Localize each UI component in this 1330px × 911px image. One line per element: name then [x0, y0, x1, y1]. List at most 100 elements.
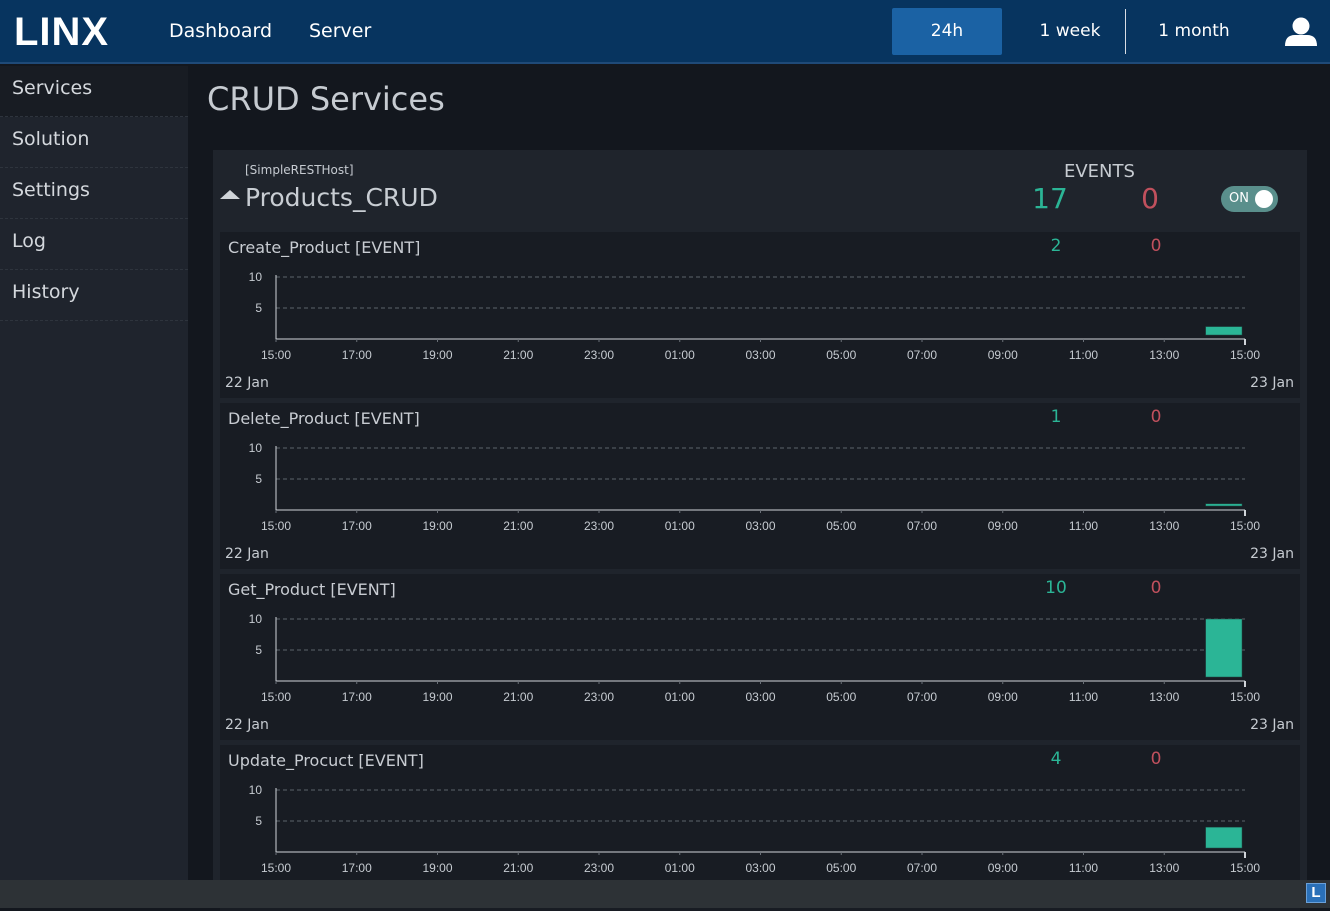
- footer-bar: L: [0, 880, 1330, 908]
- main-content: CRUD Services [SimpleRESTHost] Products_…: [188, 66, 1330, 911]
- x-tick-label: 07:00: [907, 519, 937, 533]
- x-tick-label: 15:00: [1230, 861, 1260, 875]
- x-tick-label: 11:00: [1069, 519, 1098, 533]
- x-tick-label: 21:00: [503, 348, 533, 362]
- range-1-week-button[interactable]: 1 week: [1015, 8, 1125, 55]
- toggle-knob: [1255, 190, 1273, 208]
- y-tick-label: 5: [255, 301, 262, 315]
- end-date-label: 23 Jan: [1250, 717, 1294, 733]
- sidebar-item-solution[interactable]: Solution: [0, 117, 188, 168]
- service-name[interactable]: Products_CRUD: [245, 183, 438, 212]
- x-tick-label: 05:00: [826, 861, 856, 875]
- x-tick-label: 13:00: [1149, 690, 1179, 704]
- start-date-label: 22 Jan: [225, 375, 269, 391]
- x-tick-label: 05:00: [826, 690, 856, 704]
- event-bar: [1205, 826, 1243, 849]
- y-tick-label: 10: [249, 612, 263, 626]
- event-chart-row: Create_Product [EVENT] 2 0 10 5 15:00 17:00…: [220, 232, 1300, 398]
- linx-small-logo-icon[interactable]: L: [1306, 883, 1326, 903]
- event-bar: [1205, 503, 1243, 507]
- x-tick-label: 15:00: [1230, 690, 1260, 704]
- x-tick-label: 01:00: [665, 348, 695, 362]
- x-tick-label: 01:00: [665, 861, 695, 875]
- sidebar-item-services[interactable]: Services: [0, 66, 188, 117]
- service-card: [SimpleRESTHost] Products_CRUD EVENTS 17…: [213, 150, 1307, 911]
- sidebar: Services Solution Settings Log History: [0, 66, 188, 880]
- start-date-label: 22 Jan: [225, 546, 269, 562]
- start-date-label: 22 Jan: [225, 717, 269, 733]
- x-tick-label: 17:00: [342, 519, 372, 533]
- x-tick-label: 13:00: [1149, 348, 1179, 362]
- y-tick-label: 5: [255, 814, 262, 828]
- page-title: CRUD Services: [207, 80, 445, 118]
- sidebar-item-log[interactable]: Log: [0, 219, 188, 270]
- x-tick-label: 15:00: [261, 519, 291, 533]
- nav-dashboard[interactable]: Dashboard: [169, 20, 272, 42]
- event-bar: [1205, 326, 1243, 336]
- x-tick-label: 19:00: [422, 348, 452, 362]
- service-ok-total: 17: [1032, 182, 1068, 215]
- x-tick-label: 21:00: [503, 690, 533, 704]
- x-tick-label: 07:00: [907, 348, 937, 362]
- x-tick-label: 17:00: [342, 861, 372, 875]
- x-tick-label: 13:00: [1149, 519, 1179, 533]
- event-chart-row: Delete_Product [EVENT] 1 0 10 5 15:00 17:00…: [220, 403, 1300, 569]
- service-toggle[interactable]: ON: [1221, 186, 1278, 212]
- x-tick-label: 15:00: [1230, 348, 1260, 362]
- y-tick-label: 5: [255, 472, 262, 486]
- user-icon[interactable]: [1284, 16, 1318, 48]
- end-date-label: 23 Jan: [1250, 546, 1294, 562]
- y-tick-label: 5: [255, 643, 262, 657]
- collapse-up-icon[interactable]: [220, 190, 240, 199]
- range-1-month-button[interactable]: 1 month: [1139, 8, 1249, 55]
- x-tick-label: 03:00: [745, 519, 775, 533]
- range-separator: [1125, 9, 1126, 54]
- y-tick-label: 10: [249, 783, 263, 797]
- x-tick-label: 09:00: [988, 348, 1018, 362]
- x-tick-label: 01:00: [665, 690, 695, 704]
- x-tick-label: 17:00: [342, 690, 372, 704]
- x-tick-label: 23:00: [584, 690, 614, 704]
- x-tick-label: 09:00: [988, 690, 1018, 704]
- x-tick-label: 03:00: [745, 348, 775, 362]
- end-date-label: 23 Jan: [1250, 375, 1294, 391]
- x-tick-label: 19:00: [422, 690, 452, 704]
- x-tick-label: 23:00: [584, 861, 614, 875]
- x-tick-label: 21:00: [503, 861, 533, 875]
- range-24h-button[interactable]: 24h: [892, 8, 1002, 55]
- nav-server[interactable]: Server: [309, 20, 371, 42]
- events-label: EVENTS: [1064, 161, 1135, 182]
- x-tick-label: 03:00: [745, 690, 775, 704]
- x-tick-label: 11:00: [1069, 348, 1098, 362]
- x-tick-label: 15:00: [261, 690, 291, 704]
- x-tick-label: 15:00: [261, 348, 291, 362]
- service-host: [SimpleRESTHost]: [245, 163, 354, 177]
- x-tick-label: 19:00: [422, 519, 452, 533]
- sidebar-item-settings[interactable]: Settings: [0, 168, 188, 219]
- event-bar-chart: 10 5 15:00 17:00 19:00 21:00 23:00 01:00 03:00 05…: [249, 441, 1261, 533]
- x-tick-label: 05:00: [826, 519, 856, 533]
- service-error-total: 0: [1141, 182, 1159, 215]
- x-tick-label: 11:00: [1069, 861, 1098, 875]
- x-tick-label: 15:00: [261, 861, 291, 875]
- top-header: LINX Dashboard Server 24h 1 week 1 month: [0, 0, 1330, 64]
- x-tick-label: 07:00: [907, 690, 937, 704]
- x-tick-label: 09:00: [988, 519, 1018, 533]
- linx-logo[interactable]: LINX: [14, 12, 109, 52]
- x-tick-label: 03:00: [745, 861, 775, 875]
- y-tick-label: 10: [249, 270, 263, 284]
- event-bar-chart: 10 5 15:00 17:00 19:00 21:00 23:00 01:00 03:00 05…: [249, 612, 1261, 704]
- sidebar-item-history[interactable]: History: [0, 270, 188, 321]
- x-tick-label: 09:00: [988, 861, 1018, 875]
- x-tick-label: 05:00: [826, 348, 856, 362]
- x-tick-label: 21:00: [503, 519, 533, 533]
- x-tick-label: 15:00: [1230, 519, 1260, 533]
- event-bar: [1205, 618, 1243, 678]
- event-bar-chart: 10 5 15:00 17:00 19:00 21:00 23:00 01:00 03:00 05…: [249, 270, 1261, 362]
- x-tick-label: 07:00: [907, 861, 937, 875]
- x-tick-label: 17:00: [342, 348, 372, 362]
- x-tick-label: 13:00: [1149, 861, 1179, 875]
- x-tick-label: 01:00: [665, 519, 695, 533]
- x-tick-label: 23:00: [584, 519, 614, 533]
- x-tick-label: 11:00: [1069, 690, 1098, 704]
